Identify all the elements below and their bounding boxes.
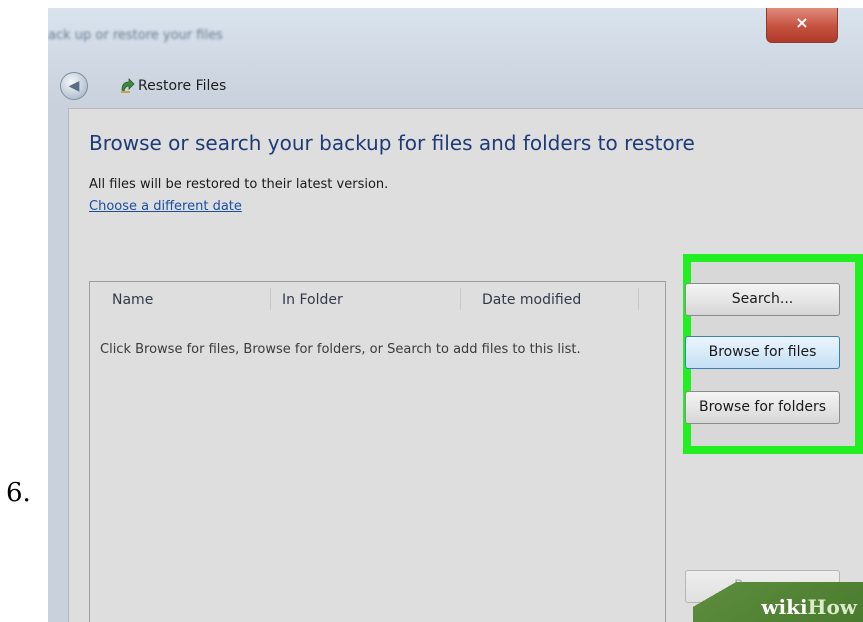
step-number: 6. xyxy=(6,478,31,508)
window-title: ack up or restore your files xyxy=(48,28,223,43)
browse-for-files-button[interactable]: Browse for files xyxy=(685,336,840,369)
search-button[interactable]: Search... xyxy=(685,283,840,316)
content-panel: Browse or search your backup for files a… xyxy=(68,108,863,622)
watermark-text-how: How xyxy=(807,595,857,619)
navigation-bar: ◀ Restore Files xyxy=(48,68,863,108)
column-divider[interactable] xyxy=(270,288,271,310)
choose-different-date-link[interactable]: Choose a different date xyxy=(89,199,242,214)
column-divider[interactable] xyxy=(460,288,461,310)
breadcrumb-title: Restore Files xyxy=(138,78,227,94)
column-divider[interactable] xyxy=(638,288,639,310)
empty-list-message: Click Browse for files, Browse for folde… xyxy=(100,342,581,357)
column-header-in-folder[interactable]: In Folder xyxy=(282,292,343,308)
close-button[interactable]: × xyxy=(766,8,838,43)
browse-for-folders-button[interactable]: Browse for folders xyxy=(685,391,840,424)
page-title: Browse or search your backup for files a… xyxy=(89,131,695,155)
back-button[interactable]: ◀ xyxy=(60,72,88,100)
wikihow-watermark: wikiHow xyxy=(693,582,863,622)
column-header-date-modified[interactable]: Date modified xyxy=(482,292,581,308)
watermark-text-wiki: wiki xyxy=(761,595,808,619)
restore-window: ack up or restore your files × ◀ Restore… xyxy=(48,8,863,622)
restore-files-icon xyxy=(121,78,135,93)
column-header-name[interactable]: Name xyxy=(112,292,153,308)
files-list[interactable]: Name In Folder Date modified Click Brows… xyxy=(89,281,666,622)
info-text: All files will be restored to their late… xyxy=(89,177,389,192)
back-arrow-icon: ◀ xyxy=(68,78,80,94)
